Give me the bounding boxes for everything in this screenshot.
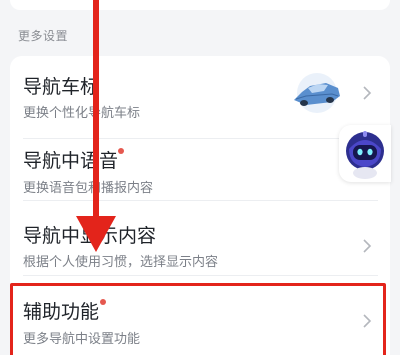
chevron-right-icon	[363, 239, 372, 253]
row-subtitle: 更换个性化导航车标	[23, 106, 141, 121]
row-title: 导航中语音	[23, 150, 119, 172]
settings-row-display-content[interactable]: 导航中显示内容 根据个人使用习惯，选择显示内容	[10, 201, 390, 277]
row-subtitle: 根据个人使用习惯，选择显示内容	[23, 255, 219, 270]
annotation-arrow	[93, 0, 99, 222]
chevron-right-icon	[363, 86, 372, 100]
section-title: 更多设置	[18, 29, 69, 43]
car-mark-icon	[294, 73, 340, 113]
highlight-box	[10, 283, 386, 355]
divider	[23, 275, 378, 276]
previous-card	[10, 0, 390, 10]
row-subtitle: 更换语音包和播报内容	[23, 181, 154, 196]
settings-row-voice[interactable]: 导航中语音 更换语音包和播报内容	[10, 139, 390, 209]
arrow-head-icon	[76, 216, 116, 252]
robot-assistant-icon	[346, 131, 384, 179]
new-badge-dot	[118, 148, 124, 154]
row-title: 导航车标	[23, 76, 100, 98]
robot-assistant-button[interactable]	[339, 125, 391, 182]
